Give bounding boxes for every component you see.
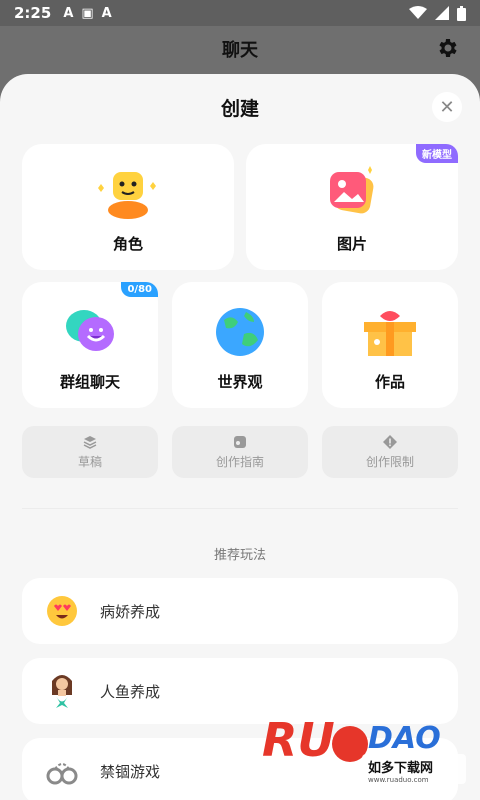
recommended-section-title: 推荐玩法 <box>213 548 266 563</box>
group-count-badge: 0/80 <box>121 282 158 297</box>
gear-icon[interactable] <box>436 36 460 60</box>
close-icon: ✕ <box>439 96 455 118</box>
card-label: 作品 <box>374 373 405 391</box>
notification-icons: A ▣ A <box>63 6 111 21</box>
notification-a-icon: A <box>63 5 74 21</box>
new-model-badge: 新模型 <box>416 144 458 163</box>
app-bar-title: 聊天 <box>222 40 258 61</box>
svg-text:RU: RU <box>262 713 335 767</box>
mermaid-icon <box>46 675 78 708</box>
guide-icon <box>234 435 246 448</box>
group-chat-icon <box>60 304 120 364</box>
character-icon <box>98 166 158 226</box>
heart-eyes-emoji-icon <box>46 595 78 627</box>
recommendation-row-yandere[interactable]: 病娇养成 <box>22 578 458 644</box>
watermark-cn-text: 如多下载网 <box>368 760 433 776</box>
card-image[interactable]: 新模型 图片 <box>246 144 458 270</box>
creation-limits-button[interactable]: 创作限制 <box>322 426 458 478</box>
handcuffs-icon <box>46 755 78 787</box>
watermark-logo: RU DAO 如多下载网 www.ruaduo.com <box>258 702 470 792</box>
card-worldview[interactable]: 世界观 <box>172 282 308 408</box>
status-time: 2:25 <box>14 4 52 22</box>
drafts-label: 草稿 <box>77 454 102 469</box>
warning-icon <box>383 434 397 449</box>
creation-limits-label: 创作限制 <box>365 454 414 469</box>
sheet-title: 创建 <box>220 98 259 120</box>
card-label: 角色 <box>112 235 143 253</box>
card-label: 群组聊天 <box>59 373 120 391</box>
signal-icon <box>435 6 449 20</box>
recommendation-label: 人鱼养成 <box>100 682 161 701</box>
recommendation-label: 禁锢游戏 <box>100 762 161 781</box>
app-bar: 聊天 <box>0 26 480 72</box>
close-button[interactable]: ✕ <box>432 92 462 122</box>
create-sheet: 创建 ✕ 角色 新模型 图片 0/80 群组聊天 世界观 作品 草稿 创作指南 … <box>0 74 480 800</box>
image-icon <box>322 166 382 226</box>
divider <box>22 508 458 509</box>
svg-text:DAO: DAO <box>368 721 441 756</box>
globe-icon <box>210 304 270 364</box>
watermark-url: www.ruaduo.com <box>368 776 429 784</box>
drafts-button[interactable]: 草稿 <box>22 426 158 478</box>
card-works[interactable]: 作品 <box>322 282 458 408</box>
gift-box-icon <box>360 304 420 364</box>
card-label: 世界观 <box>217 373 263 391</box>
card-group-chat[interactable]: 0/80 群组聊天 <box>22 282 158 408</box>
notification-image-icon: ▣ <box>81 5 94 21</box>
card-character[interactable]: 角色 <box>22 144 234 270</box>
layers-icon <box>83 435 97 449</box>
creation-guide-button[interactable]: 创作指南 <box>172 426 308 478</box>
wifi-icon <box>409 6 427 19</box>
recommendation-label: 病娇养成 <box>100 602 161 621</box>
status-bar: 2:25 A ▣ A <box>0 0 480 26</box>
battery-icon <box>457 5 466 21</box>
notification-a2-icon: A <box>101 5 112 21</box>
creation-guide-label: 创作指南 <box>215 454 264 469</box>
card-label: 图片 <box>336 235 367 253</box>
